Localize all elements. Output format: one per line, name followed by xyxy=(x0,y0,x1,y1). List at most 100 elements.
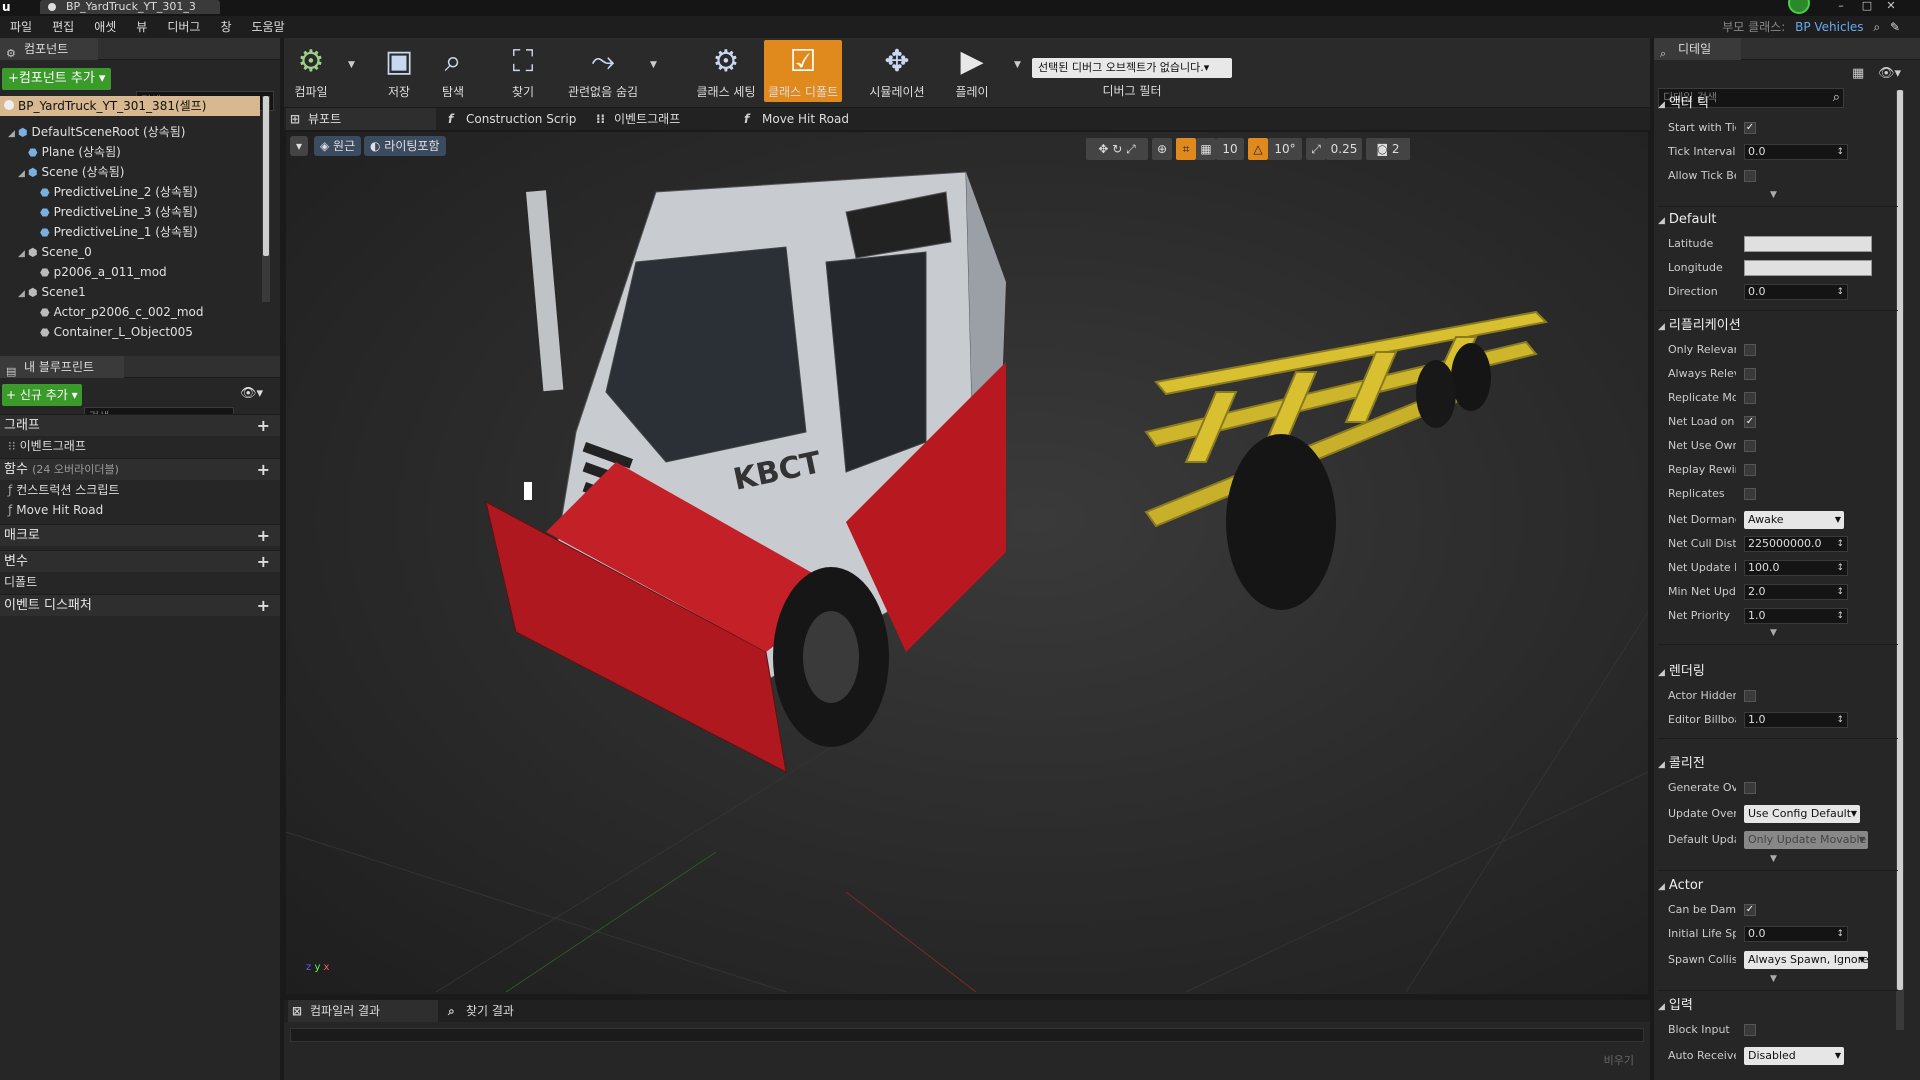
tab-move-hit-road[interactable]: f Move Hit Road xyxy=(740,108,880,130)
debug-object-select[interactable]: 선택된 디버그 오브젝트가 없습니다.▾ xyxy=(1032,58,1232,78)
net-dormancy-select[interactable]: Awake ▼ xyxy=(1744,511,1844,529)
allow-tick-checkbox[interactable] xyxy=(1744,170,1756,182)
menu-view[interactable]: 뷰 xyxy=(126,16,157,38)
grid-snap-toggle[interactable]: ⌗ xyxy=(1176,138,1196,160)
compiler-log[interactable] xyxy=(290,1028,1644,1042)
browse-button[interactable]: ⌕ 탐색 xyxy=(428,40,478,102)
generate-overlap-checkbox[interactable] xyxy=(1744,782,1756,794)
grid-view-icon[interactable]: ▦ xyxy=(1852,66,1864,81)
always-relevant-checkbox[interactable] xyxy=(1744,368,1756,380)
event-graph-item[interactable]: ⁝⁝ 이벤트그래프 xyxy=(8,436,86,456)
add-function-icon[interactable]: + xyxy=(257,459,270,481)
expand-advanced-icon[interactable]: ▼ xyxy=(1770,854,1777,864)
tab-event-graph[interactable]: ⁝⁝ 이벤트그래프 xyxy=(592,108,732,130)
components-scrollbar[interactable] xyxy=(262,96,270,302)
simulation-button[interactable]: ✥ 시뮬레이션 xyxy=(862,40,932,102)
compile-options-dropdown[interactable]: ▼ xyxy=(348,60,355,70)
lighting-mode-button[interactable]: ◐ 라이팅포함 xyxy=(364,136,446,156)
grid-snap-value[interactable]: 10 xyxy=(1216,138,1244,160)
tree-item[interactable]: ◢ ⬢ Scene_0 xyxy=(18,242,92,262)
replay-rewind-checkbox[interactable] xyxy=(1744,464,1756,476)
tree-item[interactable]: ⬣ p2006_a_011_mod xyxy=(40,262,167,282)
viewport[interactable]: KBCT ▾ ◈ 원근 ◐ 라이팅포함 ✥ ↻ ⤢ ⊕ ⌗ ▦ 10 △ 10°… xyxy=(286,132,1648,994)
editor-billboard-input[interactable]: 1.0 ↕ xyxy=(1744,712,1848,728)
menu-file[interactable]: 파일 xyxy=(0,16,42,38)
net-update-input[interactable]: 100.0 ↕ xyxy=(1744,560,1848,576)
components-tab[interactable]: ⚙ 컴포넌트 xyxy=(0,38,99,60)
tree-item[interactable]: ⬣ PredictiveLine_3 (상속됨) xyxy=(40,202,198,222)
tree-item[interactable]: ⬣ PredictiveLine_2 (상속됨) xyxy=(40,182,198,202)
section-default[interactable]: ◢ Default xyxy=(1658,210,1898,230)
longitude-input[interactable] xyxy=(1744,260,1872,276)
replicate-movement-checkbox[interactable] xyxy=(1744,392,1756,404)
tree-item[interactable]: ◢ ⬢ DefaultSceneRoot (상속됨) xyxy=(8,122,185,142)
default-category[interactable]: 디폴트 xyxy=(4,572,37,592)
add-graph-icon[interactable]: + xyxy=(257,415,270,437)
net-priority-input[interactable]: 1.0 ↕ xyxy=(1744,608,1848,624)
replicates-checkbox[interactable] xyxy=(1744,488,1756,500)
camera-speed[interactable]: ◙ 2 xyxy=(1366,138,1410,160)
perspective-button[interactable]: ◈ 원근 xyxy=(314,136,362,156)
rotation-snap-value[interactable]: 10° xyxy=(1268,138,1302,160)
update-overlaps-select[interactable]: Use Config Default ▼ xyxy=(1744,805,1860,823)
tree-item[interactable]: ⬣ Plane (상속됨) xyxy=(28,142,121,162)
tab-find-results[interactable]: ⌕ 찾기 결과 xyxy=(444,1000,584,1022)
section-actor[interactable]: ◢ Actor xyxy=(1658,876,1898,896)
tab-compiler-results[interactable]: ⊠ 컴파일러 결과 xyxy=(288,1000,438,1022)
auto-receive-select[interactable]: Disabled ▼ xyxy=(1744,1047,1844,1065)
section-actor-tick[interactable]: ◢ 액터 틱 xyxy=(1658,94,1898,114)
class-settings-button[interactable]: ⚙ 클래스 세팅 xyxy=(690,40,762,102)
find-button[interactable]: ⛶ 찾기 xyxy=(498,40,548,102)
start-with-tick-checkbox[interactable]: ✓ xyxy=(1744,122,1756,134)
source-control-icon[interactable] xyxy=(1788,0,1810,14)
rotation-snap-toggle[interactable]: △ xyxy=(1248,138,1268,160)
details-tab[interactable]: ⌕ 디테일 xyxy=(1654,38,1742,60)
tab-construction-script[interactable]: f Construction Scrip xyxy=(444,108,584,130)
latitude-input[interactable] xyxy=(1744,236,1872,252)
my-blueprint-tab[interactable]: ▤ 내 블루프린트 xyxy=(0,356,125,378)
wrench-icon[interactable]: ✎ xyxy=(1890,20,1900,34)
block-input-checkbox[interactable] xyxy=(1744,1024,1756,1036)
scale-snap-toggle[interactable]: ⤢ xyxy=(1306,138,1326,160)
initial-life-input[interactable]: 0.0 ↕ xyxy=(1744,926,1848,942)
hide-unrelated-dropdown[interactable]: ▼ xyxy=(650,60,657,70)
tree-item[interactable]: ◢ ⬢ Scene1 xyxy=(18,282,86,302)
add-dispatcher-icon[interactable]: + xyxy=(257,595,270,617)
section-collision[interactable]: ◢ 콜리전 xyxy=(1658,754,1898,774)
add-macro-icon[interactable]: + xyxy=(257,525,270,547)
menu-debug[interactable]: 디버그 xyxy=(157,16,210,38)
play-button[interactable]: ▶ 플레이 xyxy=(944,40,1000,102)
expand-advanced-icon[interactable]: ▼ xyxy=(1770,974,1777,984)
add-component-button[interactable]: +컴포넌트 추가 ▾ xyxy=(2,68,112,90)
eye-icon[interactable]: 👁▾ xyxy=(1878,66,1901,81)
minimize-icon[interactable]: – xyxy=(1830,0,1852,14)
add-variable-icon[interactable]: + xyxy=(257,551,270,573)
section-rendering[interactable]: ◢ 렌더링 xyxy=(1658,662,1898,682)
min-net-update-input[interactable]: 2.0 ↕ xyxy=(1744,584,1848,600)
tick-interval-input[interactable]: 0.0 ↕ xyxy=(1744,144,1848,160)
net-use-owner-checkbox[interactable] xyxy=(1744,440,1756,452)
asset-tab[interactable]: BP_YardTruck_YT_301_3 xyxy=(40,0,220,14)
menu-edit[interactable]: 편집 xyxy=(42,16,84,38)
transform-tools[interactable]: ✥ ↻ ⤢ xyxy=(1086,138,1148,160)
maximize-icon[interactable]: □ xyxy=(1856,0,1878,14)
eye-icon[interactable]: 👁▾ xyxy=(240,386,263,401)
tree-item[interactable]: ⬣ Container_L_Object005 xyxy=(40,322,193,342)
expand-advanced-icon[interactable]: ▼ xyxy=(1770,628,1777,638)
graphs-section[interactable]: 그래프 + xyxy=(0,414,280,436)
clear-button[interactable]: 비우기 xyxy=(1604,1052,1634,1068)
parent-class-link[interactable]: BP Vehicles xyxy=(1795,20,1863,34)
default-update-select[interactable]: Only Update Movable ▼ xyxy=(1744,831,1868,849)
class-defaults-button[interactable]: ☑ 클래스 디폴트 xyxy=(764,40,842,102)
component-root-row[interactable]: BP_YardTruck_YT_301_381(셀프) xyxy=(0,96,260,116)
event-dispatchers-section[interactable]: 이벤트 디스패처 + xyxy=(0,594,280,616)
actor-hidden-checkbox[interactable] xyxy=(1744,690,1756,702)
net-cull-input[interactable]: 225000000.0 ↕ xyxy=(1744,536,1848,552)
spawn-collision-select[interactable]: Always Spawn, Ignore ▼ xyxy=(1744,951,1868,969)
close-icon[interactable]: ✕ xyxy=(1880,0,1902,14)
variables-section[interactable]: 변수 + xyxy=(0,550,280,572)
section-replication[interactable]: ◢ 리플리케이션 xyxy=(1658,316,1898,336)
menu-window[interactable]: 창 xyxy=(210,16,241,38)
expand-advanced-icon[interactable]: ▼ xyxy=(1770,190,1777,200)
viewport-options-dropdown[interactable]: ▾ xyxy=(290,136,309,156)
